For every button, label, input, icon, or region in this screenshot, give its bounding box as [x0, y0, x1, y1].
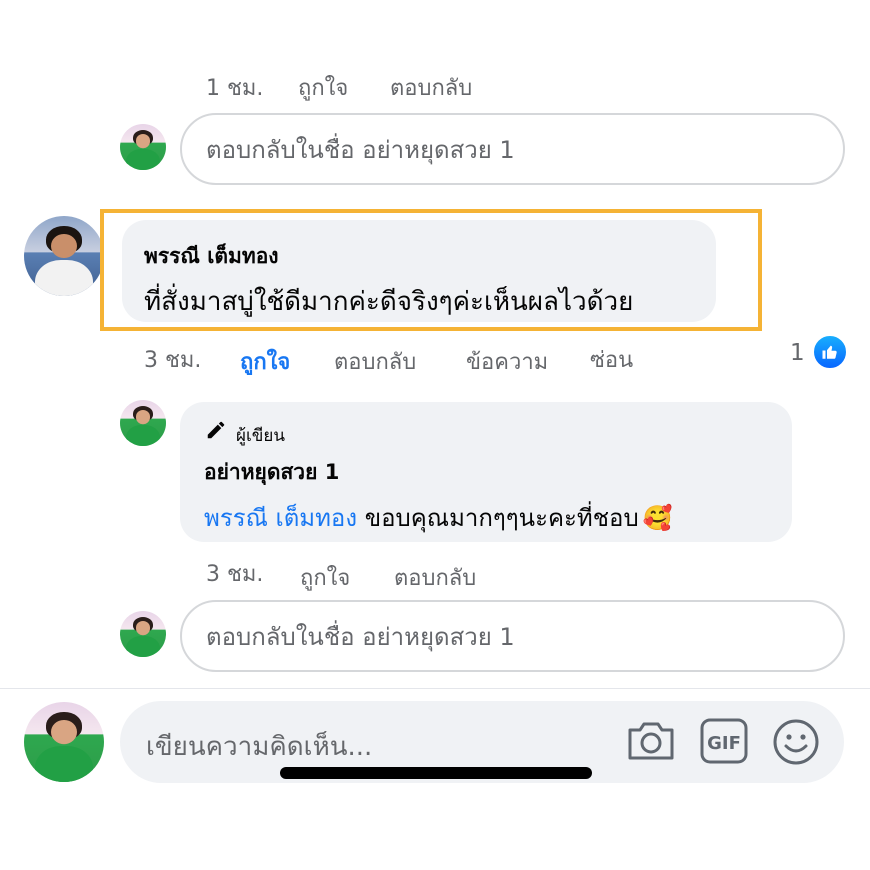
pencil-icon — [204, 419, 228, 445]
svg-text:GIF: GIF — [707, 733, 741, 754]
reaction-count[interactable]: 1 — [790, 340, 805, 366]
like-reaction-icon[interactable] — [812, 334, 848, 370]
camera-icon[interactable] — [626, 718, 676, 768]
comment-time: 3 ชม. — [144, 348, 202, 373]
home-indicator[interactable] — [280, 767, 592, 779]
comment-message-button[interactable]: ข้อความ — [466, 344, 548, 379]
author-reply-time: 3 ชม. — [206, 562, 264, 587]
page-author-avatar[interactable] — [120, 400, 166, 446]
top-comment-reply-button[interactable]: ตอบกลับ — [390, 70, 472, 105]
reply-input-2-placeholder: ตอบกลับในชื่อ อย่าหยุดสวย 1 — [206, 622, 515, 651]
comment-like-button[interactable]: ถูกใจ — [240, 344, 290, 379]
top-comment-time: 1 ชม. — [206, 76, 264, 101]
reply-input-1-placeholder: ตอบกลับในชื่อ อย่าหยุดสวย 1 — [206, 135, 515, 164]
smiling-hearts-emoji-icon: 🥰 — [642, 504, 673, 532]
top-comment-like-button[interactable]: ถูกใจ — [298, 70, 348, 105]
comment-reply-button[interactable]: ตอบกลับ — [334, 344, 416, 379]
reply-input-1[interactable]: ตอบกลับในชื่อ อย่าหยุดสวย 1 — [180, 113, 845, 185]
commenter-avatar[interactable] — [24, 216, 104, 296]
current-user-avatar-small — [120, 124, 166, 170]
author-reply-text-line: พรรณี เต็มทอง ขอบคุณมากๆๆนะคะที่ชอบ 🥰 — [204, 498, 673, 537]
current-user-avatar-small-2 — [120, 611, 166, 657]
author-reply-like-button[interactable]: ถูกใจ — [300, 560, 350, 595]
author-reply-name[interactable]: อย่าหยุดสวย 1 — [204, 456, 339, 489]
author-reply-reply-button[interactable]: ตอบกลับ — [394, 560, 476, 595]
highlight-frame — [100, 209, 762, 331]
author-badge: ผู้เขียน — [236, 426, 285, 446]
gif-icon[interactable]: GIF — [700, 718, 748, 768]
reply-input-2[interactable]: ตอบกลับในชื่อ อย่าหยุดสวย 1 — [180, 600, 845, 672]
comment-hide-button[interactable]: ซ่อน — [590, 342, 633, 377]
author-reply-text: ขอบคุณมากๆๆนะคะที่ชอบ — [357, 504, 639, 532]
mention-link[interactable]: พรรณี เต็มทอง — [204, 504, 357, 532]
composer-user-avatar[interactable] — [24, 702, 104, 782]
composer-placeholder[interactable]: เขียนความคิดเห็น... — [146, 726, 372, 767]
emoji-icon[interactable] — [772, 718, 820, 770]
composer-divider — [0, 688, 870, 689]
